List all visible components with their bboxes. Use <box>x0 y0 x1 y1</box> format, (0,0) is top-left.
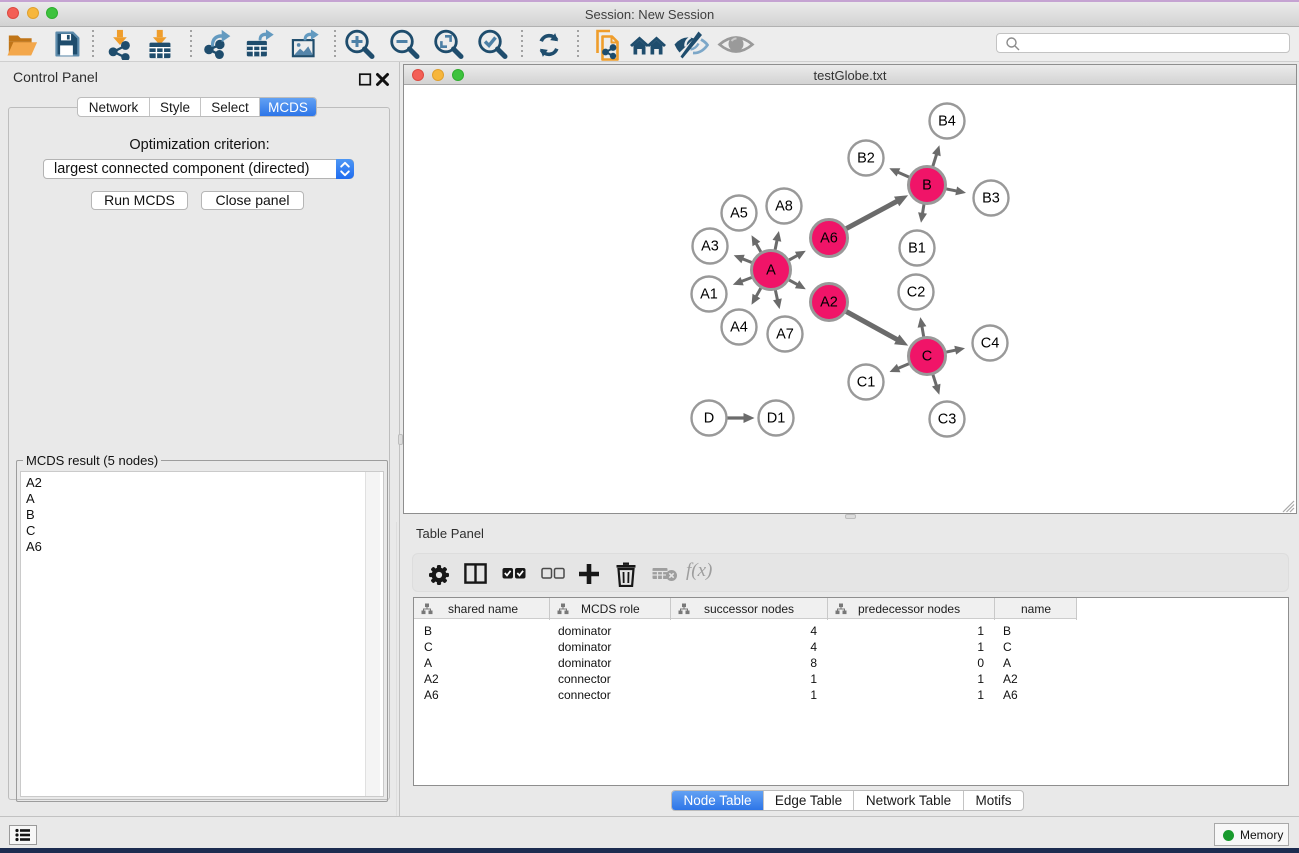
svg-text:B: B <box>922 178 932 194</box>
svg-text:C: C <box>922 349 932 365</box>
svg-text:B3: B3 <box>982 191 1000 207</box>
svg-text:A5: A5 <box>730 206 748 222</box>
svg-text:B1: B1 <box>908 241 926 257</box>
svg-text:B2: B2 <box>857 151 875 167</box>
svg-text:C4: C4 <box>981 336 1000 352</box>
svg-text:A1: A1 <box>700 287 718 303</box>
svg-text:A: A <box>766 263 776 279</box>
svg-text:C1: C1 <box>857 375 876 391</box>
svg-text:C3: C3 <box>938 412 957 428</box>
svg-text:B4: B4 <box>938 114 956 130</box>
svg-text:A2: A2 <box>820 295 838 311</box>
svg-text:D: D <box>704 411 714 427</box>
svg-text:A8: A8 <box>775 199 793 215</box>
svg-text:A7: A7 <box>776 327 794 343</box>
svg-text:A3: A3 <box>701 239 719 255</box>
svg-text:C2: C2 <box>907 285 926 301</box>
svg-text:A6: A6 <box>820 231 838 247</box>
svg-text:A4: A4 <box>730 320 748 336</box>
svg-text:D1: D1 <box>767 411 786 427</box>
